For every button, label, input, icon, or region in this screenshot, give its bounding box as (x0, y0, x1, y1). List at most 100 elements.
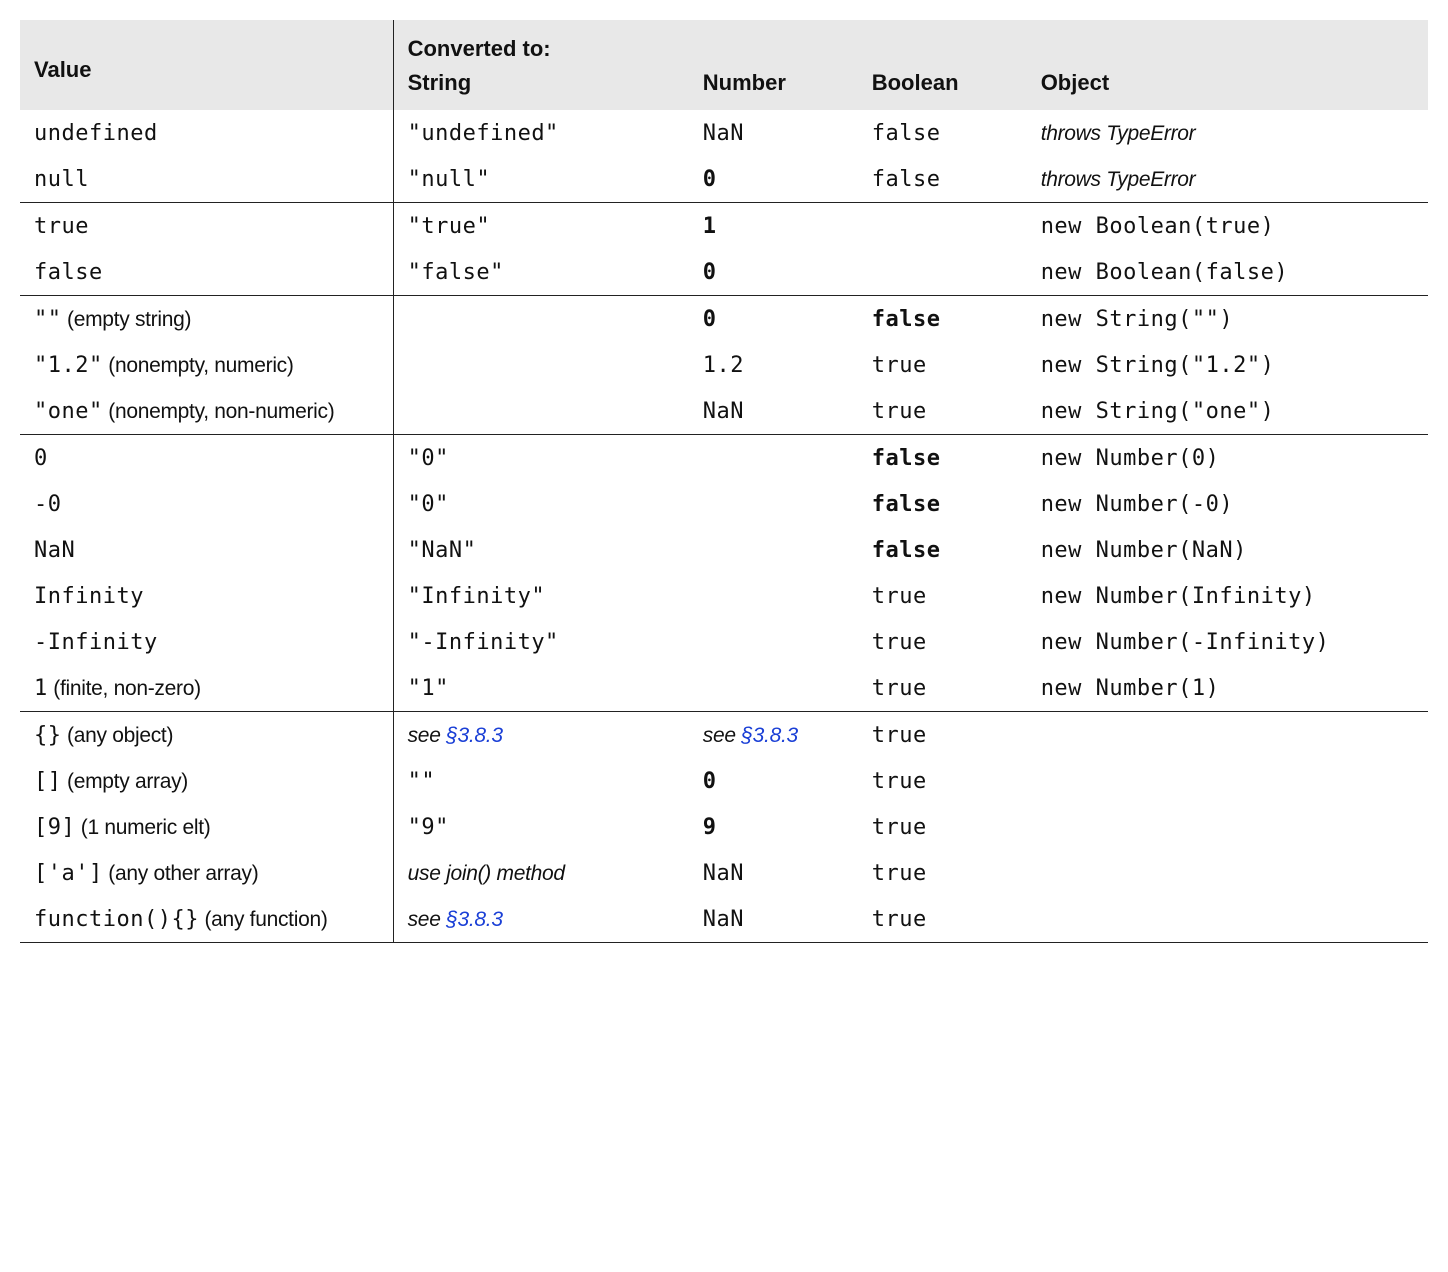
cell-object: new Number(Infinity) (1027, 573, 1428, 619)
cell-string: see §3.8.3 (393, 896, 689, 943)
value-code: true (34, 214, 89, 239)
cell-object: new Number(-Infinity) (1027, 619, 1428, 665)
cell-value: "1.2" (nonempty, numeric) (20, 342, 393, 388)
table-row: "1.2" (nonempty, numeric)1.2truenew Stri… (20, 342, 1428, 388)
cell-boolean (858, 249, 1027, 296)
cell-string (393, 342, 689, 388)
cell-boolean: true (858, 619, 1027, 665)
table-row: true"true"1new Boolean(true) (20, 203, 1428, 250)
cell-boolean: false (858, 110, 1027, 156)
cell-value: "one" (nonempty, non-numeric) (20, 388, 393, 435)
cell-value: -0 (20, 481, 393, 527)
header-boolean: Boolean (858, 68, 1027, 110)
cell-boolean: true (858, 712, 1027, 759)
cell-number: 0 (689, 156, 858, 203)
cell-object: new Number(NaN) (1027, 527, 1428, 573)
cell-boolean: false (858, 296, 1027, 343)
table-row: NaN"NaN"falsenew Number(NaN) (20, 527, 1428, 573)
cell-value: "" (empty string) (20, 296, 393, 343)
value-description: (any function) (199, 908, 328, 931)
value-code: false (34, 260, 103, 285)
cell-value: undefined (20, 110, 393, 156)
cell-object: throws TypeError (1027, 110, 1428, 156)
cell-value: ['a'] (any other array) (20, 850, 393, 896)
value-code: [9] (34, 815, 75, 840)
cell-object (1027, 850, 1428, 896)
value-code: 0 (34, 446, 48, 471)
cell-value: true (20, 203, 393, 250)
value-code: function(){} (34, 907, 199, 932)
cell-value: [] (empty array) (20, 758, 393, 804)
table-row: {} (any object)see §3.8.3see §3.8.3true (20, 712, 1428, 759)
header-value: Value (20, 20, 393, 110)
value-code: "" (34, 307, 62, 332)
cell-boolean: true (858, 850, 1027, 896)
cell-object (1027, 896, 1428, 943)
cell-number: 9 (689, 804, 858, 850)
cell-string: "-Infinity" (393, 619, 689, 665)
cell-value: false (20, 249, 393, 296)
cell-value: 0 (20, 435, 393, 482)
value-description: (finite, non-zero) (48, 677, 201, 700)
cell-number (689, 573, 858, 619)
cell-number (689, 481, 858, 527)
cell-object: throws TypeError (1027, 156, 1428, 203)
table-row: 1 (finite, non-zero)"1"truenew Number(1) (20, 665, 1428, 712)
table-row: undefined"undefined"NaNfalsethrows TypeE… (20, 110, 1428, 156)
cell-boolean: false (858, 527, 1027, 573)
cell-number: 0 (689, 249, 858, 296)
cell-number: 1 (689, 203, 858, 250)
cell-string: "null" (393, 156, 689, 203)
section-ref[interactable]: §3.8.3 (446, 724, 503, 747)
cell-number: NaN (689, 896, 858, 943)
type-conversion-table: Value Converted to: String Number Boolea… (20, 20, 1428, 943)
cell-string: "1" (393, 665, 689, 712)
table-header: Value Converted to: String Number Boolea… (20, 20, 1428, 110)
value-code: {} (34, 723, 62, 748)
cell-string (393, 296, 689, 343)
value-code: undefined (34, 121, 158, 146)
table-row: Infinity"Infinity"truenew Number(Infinit… (20, 573, 1428, 619)
table-row: 0"0"falsenew Number(0) (20, 435, 1428, 482)
cell-boolean: true (858, 896, 1027, 943)
table-row: false"false"0new Boolean(false) (20, 249, 1428, 296)
table-row: -0"0"falsenew Number(-0) (20, 481, 1428, 527)
cell-number (689, 435, 858, 482)
cell-object: new Number(1) (1027, 665, 1428, 712)
value-code: ['a'] (34, 861, 103, 886)
cell-value: null (20, 156, 393, 203)
cell-boolean (858, 203, 1027, 250)
value-code: Infinity (34, 584, 144, 609)
cell-string: use join() method (393, 850, 689, 896)
header-string: String (393, 68, 689, 110)
cell-value: Infinity (20, 573, 393, 619)
cell-object: new Boolean(false) (1027, 249, 1428, 296)
value-code: -0 (34, 492, 62, 517)
cell-value: {} (any object) (20, 712, 393, 759)
cell-boolean: true (858, 573, 1027, 619)
value-code: "1.2" (34, 353, 103, 378)
cell-value: -Infinity (20, 619, 393, 665)
value-code: "one" (34, 399, 103, 424)
section-ref[interactable]: §3.8.3 (446, 908, 503, 931)
value-description: (empty array) (62, 770, 189, 793)
header-number: Number (689, 68, 858, 110)
cell-number (689, 527, 858, 573)
table-row: [] (empty array)""0true (20, 758, 1428, 804)
cell-number: NaN (689, 110, 858, 156)
cell-number: 0 (689, 296, 858, 343)
value-description: (nonempty, numeric) (103, 354, 294, 377)
cell-number: NaN (689, 850, 858, 896)
cell-object (1027, 758, 1428, 804)
table-body: undefined"undefined"NaNfalsethrows TypeE… (20, 110, 1428, 943)
value-code: NaN (34, 538, 75, 563)
cell-number: 0 (689, 758, 858, 804)
cell-string: "0" (393, 481, 689, 527)
cell-number (689, 665, 858, 712)
section-ref[interactable]: §3.8.3 (741, 724, 798, 747)
value-description: (1 numeric elt) (75, 816, 210, 839)
header-object: Object (1027, 68, 1428, 110)
table-row: "one" (nonempty, non-numeric)NaNtruenew … (20, 388, 1428, 435)
cell-number: see §3.8.3 (689, 712, 858, 759)
cell-boolean: false (858, 481, 1027, 527)
